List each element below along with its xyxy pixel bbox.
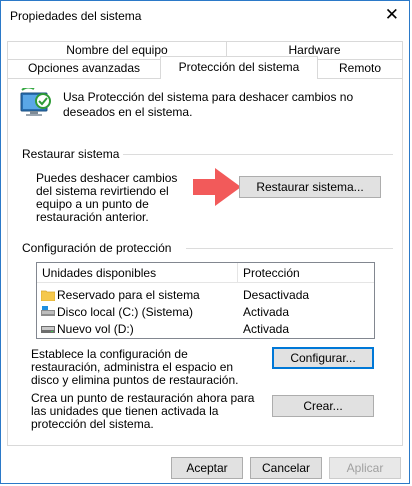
system-protection-icon (18, 86, 54, 125)
tab-proteccion-del-sistema[interactable]: Protección del sistema (160, 56, 318, 79)
tab-label: Hardware (288, 43, 341, 57)
protection-divider (186, 248, 393, 249)
restore-divider (123, 154, 393, 155)
apply-button[interactable]: Aplicar (329, 457, 401, 479)
system-properties-window: Propiedades del sistema ✕ Nombre del equ… (0, 0, 410, 484)
listview-header: Unidades disponibles Protección (37, 263, 374, 283)
tab-opciones-avanzadas[interactable]: Opciones avanzadas (7, 59, 161, 78)
column-unidades-disponibles[interactable]: Unidades disponibles (42, 266, 156, 280)
configure-description: Establece la configuración de restauraci… (31, 347, 239, 387)
intro-text: Usa Protección del sistema para deshacer… (63, 90, 354, 119)
restore-group-title: Restaurar sistema (22, 147, 120, 161)
list-item[interactable]: Reservado para el sistema Desactivada (37, 287, 374, 303)
protection-group-title: Configuración de protección (22, 241, 172, 255)
cancel-button[interactable]: Cancelar (250, 457, 322, 479)
window-title: Propiedades del sistema (10, 9, 142, 23)
drive-name: Nuevo vol (D:) (57, 322, 134, 336)
close-icon[interactable]: ✕ (385, 6, 399, 23)
title-bar: Propiedades del sistema ✕ (1, 1, 409, 31)
list-item[interactable]: Disco local (C:) (Sistema) Activada (37, 304, 374, 320)
drive-name: Disco local (C:) (Sistema) (57, 305, 194, 319)
restore-description: Puedes deshacer cambios del sistema revi… (36, 171, 178, 224)
create-button[interactable]: Crear... (272, 395, 374, 417)
tab-remoto[interactable]: Remoto (317, 59, 403, 78)
tab-label: Remoto (338, 61, 382, 75)
restore-system-button[interactable]: Restaurar sistema... (239, 176, 381, 198)
tab-label: Protección del sistema (178, 60, 300, 74)
drive-name: Reservado para el sistema (57, 288, 200, 302)
drive-status: Activada (243, 322, 290, 336)
arrow-pointer-icon (193, 168, 241, 209)
create-description: Crea un punto de restauración ahora para… (31, 391, 255, 431)
ok-button[interactable]: Aceptar (171, 457, 243, 479)
system-drive-icon (41, 306, 55, 321)
drive-status: Activada (243, 305, 290, 319)
drives-listview[interactable]: Unidades disponibles Protección Reservad… (36, 262, 375, 339)
configure-button[interactable]: Configurar... (272, 347, 374, 369)
tab-label: Opciones avanzadas (27, 61, 141, 75)
drive-icon (41, 323, 55, 338)
column-separator (237, 263, 238, 282)
tab-label: Nombre del equipo (66, 43, 168, 57)
column-proteccion[interactable]: Protección (243, 266, 300, 280)
folder-icon (40, 289, 56, 304)
list-item[interactable]: Nuevo vol (D:) Activada (37, 321, 374, 337)
drive-status: Desactivada (243, 288, 310, 302)
